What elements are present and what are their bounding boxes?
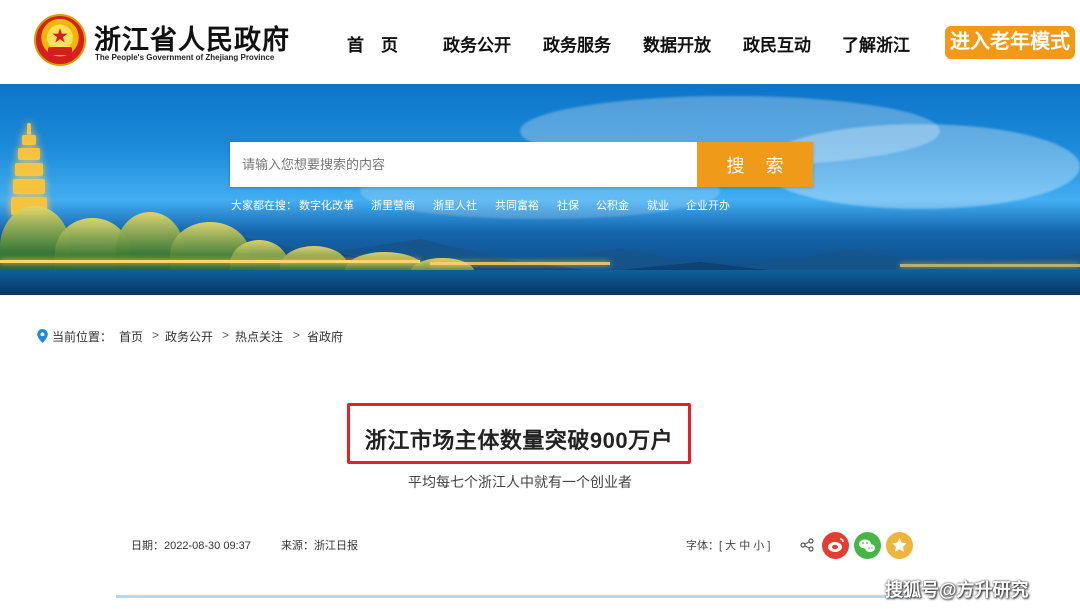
webpage: 浙江省人民政府 The People's Government of Zheji… <box>0 0 1080 609</box>
article-subtitle: 平均每七个浙江人中就有一个创业者 <box>408 474 632 490</box>
breadcrumb-label: 当前位置： <box>52 330 113 344</box>
article-source: 来源：浙江日报 <box>281 537 358 553</box>
article-title-highlight: 浙江市场主体数量突破900万户 <box>347 403 691 464</box>
breadcrumb-government-affairs-open[interactable]: 政务公开 <box>165 328 213 345</box>
date-value: 2022-08-30 09:37 <box>164 540 251 552</box>
wechat-icon[interactable] <box>854 532 881 559</box>
national-emblem-logo[interactable] <box>34 14 86 66</box>
lakeside-lights <box>0 252 1080 270</box>
nav-data-open[interactable]: 数据开放 <box>643 31 711 55</box>
lake-water <box>0 270 1080 295</box>
breadcrumb-provincial-government[interactable]: 省政府 <box>307 328 343 345</box>
font-size-end: ] <box>767 540 771 552</box>
breadcrumb-home[interactable]: 首页 <box>119 328 143 345</box>
breadcrumb-hot-topics[interactable]: 热点关注 <box>235 328 283 345</box>
hot-search-social-security[interactable]: 社保 <box>557 197 579 213</box>
font-size-small[interactable]: 小 <box>753 540 764 552</box>
nav-learn-zhejiang[interactable]: 了解浙江 <box>842 31 910 55</box>
hot-search-employment[interactable]: 就业 <box>647 197 669 213</box>
font-size-large[interactable]: 大 <box>725 540 736 552</box>
elder-mode-button[interactable]: 进入老年模式 <box>945 26 1075 59</box>
nav-public-interaction[interactable]: 政民互动 <box>743 31 811 55</box>
location-pin-icon <box>37 329 48 343</box>
article-divider <box>116 595 908 598</box>
hot-search-human-resources[interactable]: 浙里人社 <box>433 197 477 213</box>
nav-government-services[interactable]: 政务服务 <box>543 31 611 55</box>
source-label: 来源： <box>281 540 314 552</box>
breadcrumb-separator: > <box>152 328 160 342</box>
hot-search-business[interactable]: 浙里营商 <box>371 197 415 213</box>
site-title[interactable]: 浙江省人民政府 <box>94 18 290 57</box>
share-icon[interactable] <box>800 538 814 552</box>
site-subtitle: The People's Government of Zhejiang Prov… <box>95 53 275 62</box>
font-size-medium[interactable]: 中 <box>739 540 750 552</box>
search-input[interactable] <box>230 142 697 187</box>
nav-home[interactable]: 首 页 <box>347 31 398 55</box>
breadcrumb-separator: > <box>293 328 301 342</box>
west-lake-banner: 搜 索 大家都在搜： 数字化改革 浙里营商 浙里人社 共同富裕 社保 公积金 就… <box>0 84 1080 295</box>
article-title: 浙江市场主体数量突破900万户 <box>364 428 674 453</box>
font-size-label: 字体：[ <box>686 540 723 552</box>
source-value: 浙江日报 <box>314 540 358 552</box>
watermark: 搜狐号@方升研究 <box>885 580 1029 600</box>
site-search-box: 搜 索 <box>230 142 813 187</box>
hot-search-digital-reform[interactable]: 数字化改革 <box>299 197 354 213</box>
popular-searches-label: 大家都在搜： <box>231 200 297 212</box>
hot-search-business-startup[interactable]: 企业开办 <box>686 197 730 213</box>
favorite-icon[interactable] <box>886 532 913 559</box>
weibo-icon[interactable] <box>822 532 849 559</box>
date-label: 日期： <box>131 540 164 552</box>
font-size-control: 字体：[ 大 中 小 ] <box>686 537 770 553</box>
site-header: 浙江省人民政府 The People's Government of Zheji… <box>0 0 1080 84</box>
nav-government-affairs-open[interactable]: 政务公开 <box>443 31 511 55</box>
hot-search-housing-fund[interactable]: 公积金 <box>596 197 629 213</box>
article-date: 日期：2022-08-30 09:37 <box>131 537 251 553</box>
hot-search-common-prosperity[interactable]: 共同富裕 <box>495 197 539 213</box>
breadcrumb-separator: > <box>222 328 230 342</box>
search-button[interactable]: 搜 索 <box>697 142 813 187</box>
